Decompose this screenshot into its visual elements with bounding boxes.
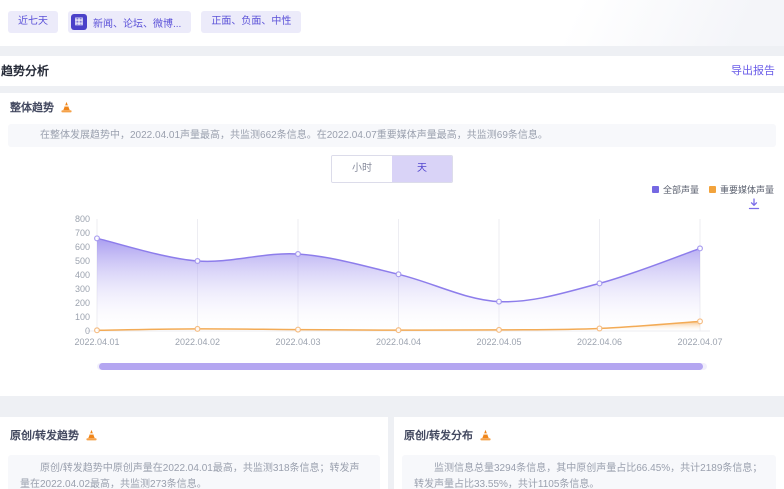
page: 近七天 ▦ 新闻、论坛、微博... 正面、负面、中性 趋势分析 导出报告 整体趋… bbox=[0, 0, 784, 489]
overall-trend-title: 整体趋势 bbox=[10, 99, 54, 115]
y-axis-label: 500 bbox=[52, 256, 90, 266]
overall-trend-card: 整体趋势 在整体发展趋势中，2022.04.01声量最高，共监测662条信息。在… bbox=[0, 93, 784, 396]
original-repost-trend-title: 原创/转发趋势 bbox=[10, 427, 79, 443]
legend-label: 全部声量 bbox=[663, 183, 699, 196]
original-repost-trend-title-row: 原创/转发趋势 bbox=[10, 427, 98, 443]
trend-area-chart: 0 100 200 300 400 500 600 700 800 2022.04.01 2022.… bbox=[0, 211, 784, 357]
x-axis-label: 2022.04.04 bbox=[359, 337, 439, 347]
download-icon[interactable] bbox=[748, 198, 760, 210]
cone-icon bbox=[60, 101, 73, 114]
legend-item[interactable]: 重要媒体声量 bbox=[709, 183, 774, 196]
original-repost-distribution-title: 原创/转发分布 bbox=[404, 427, 473, 443]
x-axis-label: 2022.04.07 bbox=[660, 337, 740, 347]
data-point bbox=[497, 299, 502, 304]
section-header: 趋势分析 导出报告 bbox=[0, 56, 784, 86]
data-point bbox=[296, 252, 301, 257]
data-point bbox=[396, 328, 401, 333]
data-point bbox=[396, 272, 401, 277]
x-axis-label: 2022.04.01 bbox=[57, 337, 137, 347]
original-repost-distribution-card: 原创/转发分布 监测信息总量3294条信息，其中原创声量占比66.45%，共计2… bbox=[394, 417, 784, 489]
data-point bbox=[95, 328, 100, 333]
original-repost-distribution-summary: 监测信息总量3294条信息，其中原创声量占比66.45%，共计2189条信息；转… bbox=[402, 455, 776, 489]
data-point bbox=[296, 327, 301, 332]
overall-trend-summary: 在整体发展趋势中，2022.04.01声量最高，共监测662条信息。在2022.… bbox=[8, 124, 776, 147]
original-repost-distribution-title-row: 原创/转发分布 bbox=[404, 427, 492, 443]
data-point bbox=[698, 246, 703, 251]
y-axis-label: 100 bbox=[52, 312, 90, 322]
y-axis-label: 300 bbox=[52, 284, 90, 294]
toggle-day-button[interactable]: 天 bbox=[392, 156, 452, 182]
toggle-hour-button[interactable]: 小时 bbox=[332, 156, 392, 182]
data-point bbox=[195, 259, 200, 264]
y-axis-label: 600 bbox=[52, 242, 90, 252]
filter-bar: 近七天 ▦ 新闻、论坛、微博... 正面、负面、中性 bbox=[0, 0, 784, 46]
datazoom-slider[interactable] bbox=[99, 363, 703, 370]
y-axis-label: 200 bbox=[52, 298, 90, 308]
y-axis-label: 400 bbox=[52, 270, 90, 280]
filter-chips: 近七天 ▦ 新闻、论坛、微博... 正面、负面、中性 bbox=[8, 11, 301, 33]
data-point bbox=[698, 319, 703, 324]
legend-swatch-icon bbox=[652, 186, 659, 193]
data-point bbox=[597, 281, 602, 286]
x-axis-label: 2022.04.05 bbox=[459, 337, 539, 347]
x-axis-label: 2022.04.06 bbox=[560, 337, 640, 347]
y-axis-label: 700 bbox=[52, 228, 90, 238]
legend-swatch-icon bbox=[709, 186, 716, 193]
filter-chip-sources-label: 新闻、论坛、微博... bbox=[93, 15, 181, 30]
x-axis-label: 2022.04.03 bbox=[258, 337, 338, 347]
x-axis-label: 2022.04.02 bbox=[158, 337, 238, 347]
overall-trend-title-row: 整体趋势 bbox=[10, 99, 73, 115]
data-point bbox=[95, 236, 100, 241]
y-axis-label: 800 bbox=[52, 214, 90, 224]
page-title: 趋势分析 bbox=[1, 56, 49, 86]
original-repost-trend-summary: 原创/转发趋势中原创声量在2022.04.01最高，共监测318条信息；转发声量… bbox=[8, 455, 380, 489]
filter-chip-time-range[interactable]: 近七天 bbox=[8, 11, 58, 33]
cone-icon bbox=[85, 429, 98, 442]
data-point bbox=[597, 326, 602, 331]
legend-item[interactable]: 全部声量 bbox=[652, 183, 699, 196]
chart-legend: 全部声量 重要媒体声量 bbox=[652, 183, 774, 196]
source-grid-icon: ▦ bbox=[71, 14, 87, 30]
legend-label: 重要媒体声量 bbox=[720, 183, 774, 196]
export-report-link[interactable]: 导出报告 bbox=[731, 56, 775, 86]
datazoom-track[interactable] bbox=[97, 363, 707, 370]
original-repost-trend-card: 原创/转发趋势 原创/转发趋势中原创声量在2022.04.01最高，共监测318… bbox=[0, 417, 388, 489]
cone-icon bbox=[479, 429, 492, 442]
filter-chip-sentiment[interactable]: 正面、负面、中性 bbox=[201, 11, 301, 33]
filter-chip-sources[interactable]: ▦ 新闻、论坛、微博... bbox=[68, 11, 191, 33]
granularity-toggle: 小时 天 bbox=[331, 155, 453, 183]
y-axis-label: 0 bbox=[52, 326, 90, 336]
chart-canvas bbox=[0, 211, 784, 357]
data-point bbox=[195, 327, 200, 332]
data-point bbox=[497, 327, 502, 332]
